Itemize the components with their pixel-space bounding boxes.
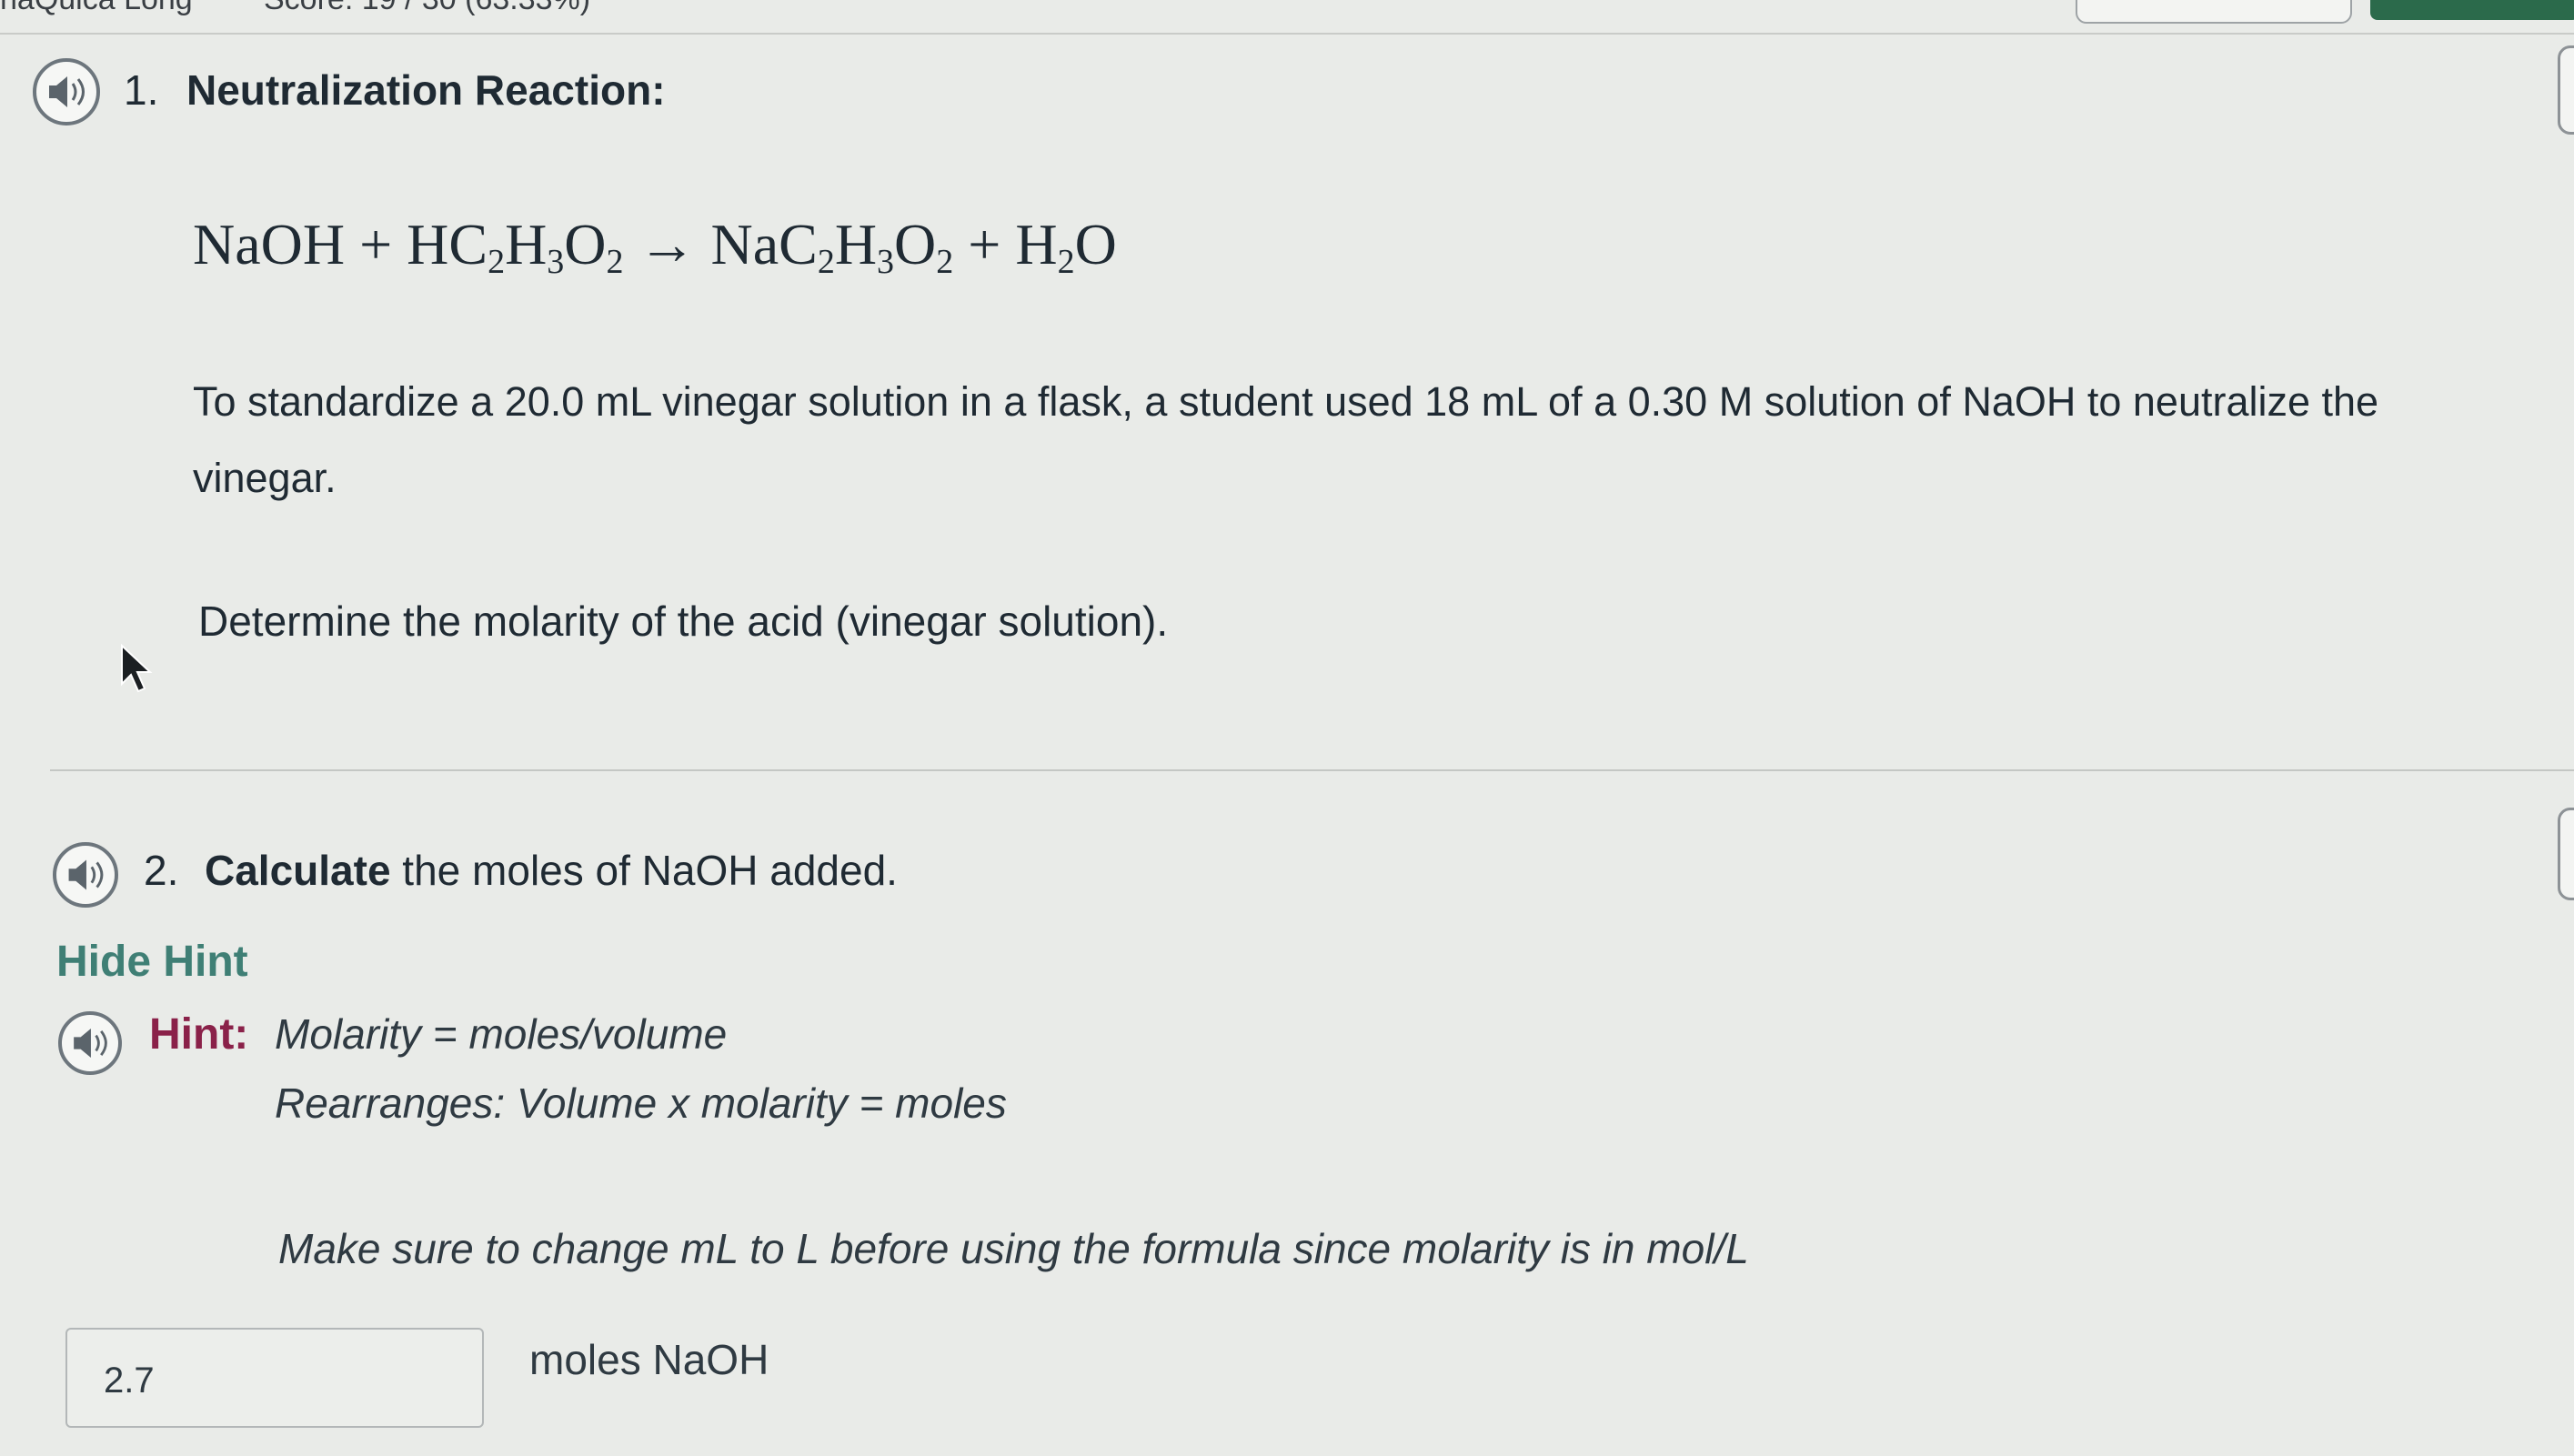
answer-input[interactable]: 2.7: [65, 1328, 484, 1428]
section-divider: [50, 769, 2574, 771]
question-2-number: 2.: [144, 847, 179, 894]
hide-hint-link[interactable]: Hide Hint: [56, 937, 248, 987]
answer-units: moles NaOH: [529, 1336, 769, 1383]
hint-line-3: Make sure to change mL to L before using…: [278, 1225, 1749, 1272]
side-button-2[interactable]: [2558, 808, 2574, 900]
question-1-number: 1.: [124, 66, 159, 114]
top-green-button[interactable]: [2370, 0, 2574, 20]
top-outline-button[interactable]: [2076, 0, 2352, 24]
top-bar: naQuica Long Score: 19 / 30 (63.33%): [0, 0, 2574, 35]
mouse-pointer-icon: [121, 644, 153, 693]
speaker-icon[interactable]: [58, 1011, 122, 1075]
question-1-prompt: Determine the molarity of the acid (vine…: [198, 597, 1169, 645]
side-button-1[interactable]: [2558, 45, 2574, 135]
hint-line-1: Molarity = moles/volume: [275, 1010, 728, 1058]
chemical-equation: NaOH + HC2H3O2 → NaC2H3O2 + H2O: [193, 212, 1117, 281]
score-display: Score: 19 / 30 (63.33%): [264, 0, 590, 17]
question-1-paragraph: To standardize a 20.0 mL vinegar solutio…: [193, 378, 2379, 501]
question-2-text: Calculate the moles of NaOH added.: [205, 847, 898, 894]
speaker-icon[interactable]: [53, 842, 118, 908]
speaker-icon[interactable]: [33, 58, 100, 126]
student-name: naQuica Long: [0, 0, 193, 17]
hint-line-2: Rearranges: Volume x molarity = moles: [275, 1079, 1007, 1127]
question-1-title: Neutralization Reaction:: [186, 66, 666, 114]
hint-label: Hint:: [149, 1010, 249, 1059]
